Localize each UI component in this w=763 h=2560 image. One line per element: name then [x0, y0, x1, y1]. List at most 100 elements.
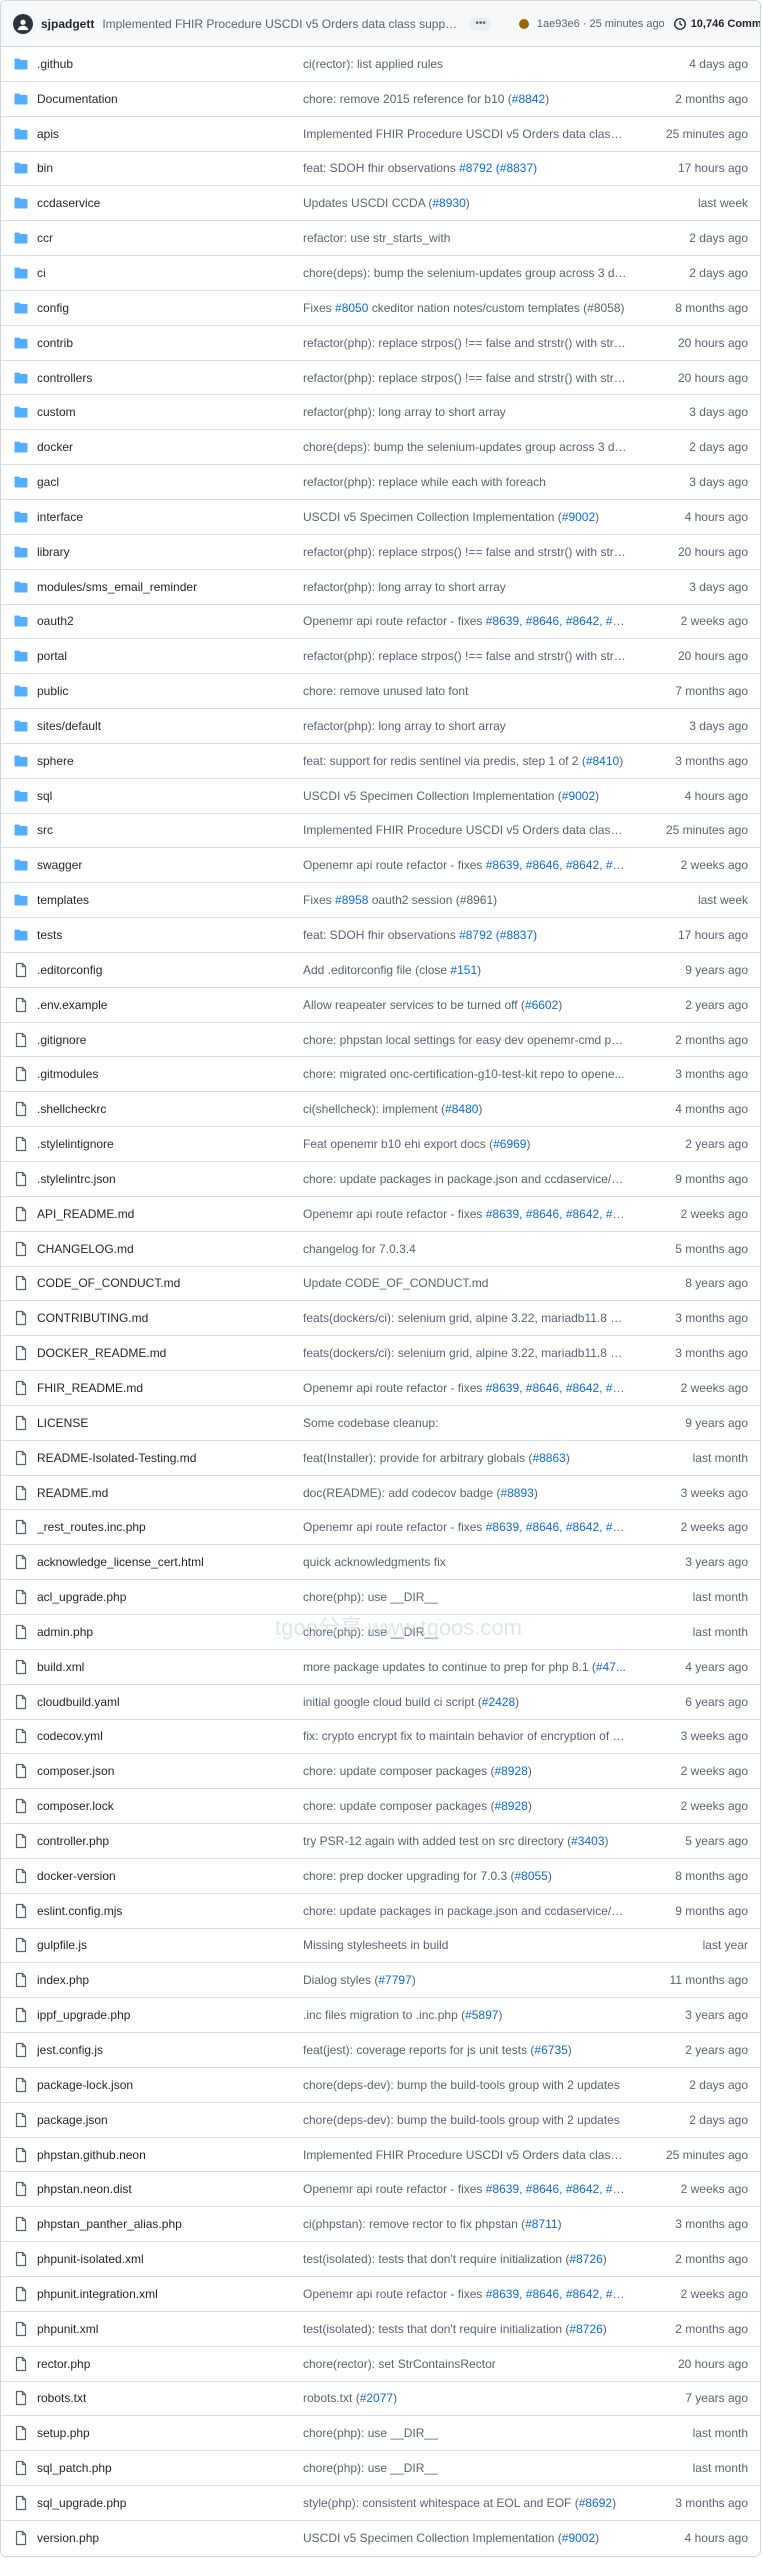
folder-link[interactable]: bin: [37, 161, 53, 175]
commit-date[interactable]: 2 months ago: [638, 2322, 748, 2336]
commit-message-link[interactable]: more package updates to continue to prep…: [303, 1660, 638, 1674]
table-row[interactable]: ccr refactor: use str_starts_with 2 days a…: [1, 221, 760, 257]
file-link[interactable]: robots.txt: [37, 2391, 86, 2405]
commit-date[interactable]: 2 weeks ago: [638, 1799, 748, 1813]
file-link[interactable]: sql_upgrade.php: [37, 2496, 126, 2510]
table-row[interactable]: jest.config.js feat(jest): coverage repor…: [1, 2033, 760, 2068]
commit-date[interactable]: 8 years ago: [638, 1276, 748, 1290]
table-row[interactable]: phpstan_panther_alias.php ci(phpstan): re…: [1, 2207, 760, 2243]
issue-link[interactable]: #2077: [360, 2391, 393, 2405]
file-link[interactable]: .stylelintrc.json: [37, 1172, 116, 1186]
issue-link[interactable]: #6969: [493, 1137, 526, 1151]
commit-date[interactable]: 2 days ago: [638, 266, 748, 280]
folder-link[interactable]: library: [37, 545, 70, 559]
table-row[interactable]: robots.txt robots.txt (#2077) 7 years ago: [1, 2382, 760, 2417]
file-link[interactable]: README-Isolated-Testing.md: [37, 1451, 196, 1465]
issue-link[interactable]: #8050: [335, 301, 368, 315]
issue-link[interactable]: #8639, #8646, #8642, #69...: [486, 1381, 636, 1395]
issue-link[interactable]: #9002: [562, 789, 595, 803]
commit-message-link[interactable]: chore(php): use __DIR__: [303, 2426, 638, 2440]
commit-date[interactable]: 3 days ago: [638, 475, 748, 489]
issue-link[interactable]: #8639, #8646, #8642, #69...: [486, 1207, 636, 1221]
issue-link[interactable]: #8639, #8646, #8642, #69...: [486, 2182, 636, 2196]
commit-message-link[interactable]: Openemr api route refactor - fixes #8639…: [303, 614, 638, 628]
commit-message-link[interactable]: robots.txt (#2077): [303, 2391, 638, 2405]
file-link[interactable]: setup.php: [37, 2426, 90, 2440]
commit-message-link[interactable]: USCDI v5 Specimen Collection Implementat…: [303, 510, 638, 524]
issue-link[interactable]: #47...: [596, 1660, 626, 1674]
commit-date[interactable]: 4 days ago: [638, 57, 748, 71]
expand-commit-button[interactable]: •••: [470, 16, 491, 31]
commit-message-link[interactable]: refactor: use str_starts_with: [303, 231, 638, 245]
table-row[interactable]: .shellcheckrc ci(shellcheck): implement (…: [1, 1092, 760, 1128]
commit-message-link[interactable]: Some codebase cleanup:: [303, 1416, 638, 1430]
folder-link[interactable]: docker: [37, 440, 73, 454]
commit-date[interactable]: 3 months ago: [638, 1311, 748, 1325]
commit-date[interactable]: last week: [638, 196, 748, 210]
folder-link[interactable]: src: [37, 823, 53, 837]
commit-date[interactable]: last month: [638, 1590, 748, 1604]
file-link[interactable]: index.php: [37, 1973, 89, 1987]
table-row[interactable]: ci chore(deps): bump the selenium-updates…: [1, 256, 760, 291]
commit-date[interactable]: 4 months ago: [638, 1102, 748, 1116]
issue-link[interactable]: #8055: [514, 1869, 547, 1883]
commit-date[interactable]: 4 hours ago: [638, 510, 748, 524]
commit-date[interactable]: 2 weeks ago: [638, 1764, 748, 1778]
issue-link[interactable]: #6602: [525, 998, 558, 1012]
commit-message-link[interactable]: Feat openemr b10 ehi export docs (#6969): [303, 1137, 638, 1151]
file-link[interactable]: FHIR_README.md: [37, 1381, 143, 1395]
commit-message-link[interactable]: changelog for 7.0.3.4: [303, 1242, 638, 1256]
commit-date[interactable]: 4 hours ago: [638, 2531, 748, 2545]
commit-message-link[interactable]: Openemr api route refactor - fixes #8639…: [303, 1520, 638, 1534]
folder-link[interactable]: tests: [37, 928, 62, 942]
commit-message-link[interactable]: refactor(php): long array to short array: [303, 405, 638, 419]
file-link[interactable]: composer.json: [37, 1764, 114, 1778]
commit-message-link[interactable]: USCDI v5 Specimen Collection Implementat…: [303, 789, 638, 803]
commit-date[interactable]: 2 years ago: [638, 2043, 748, 2057]
avatar[interactable]: [13, 13, 33, 34]
commit-message-link[interactable]: USCDI v5 Specimen Collection Implementat…: [303, 2531, 638, 2545]
table-row[interactable]: src Implemented FHIR Procedure USCDI v5 O…: [1, 814, 760, 849]
table-row[interactable]: templates Fixes #8958 oauth2 session (#89…: [1, 883, 760, 919]
table-row[interactable]: package.json chore(deps-dev): bump the bu…: [1, 2103, 760, 2138]
commit-message-link[interactable]: chore(deps-dev): bump the build-tools gr…: [303, 2078, 638, 2092]
table-row[interactable]: sphere feat: support for redis sentinel v…: [1, 744, 760, 779]
commit-message-link[interactable]: Openemr api route refactor - fixes #8639…: [303, 858, 638, 872]
commit-date[interactable]: 2 weeks ago: [638, 2287, 748, 2301]
table-row[interactable]: version.php USCDI v5 Specimen Collection …: [1, 2521, 760, 2556]
folder-link[interactable]: sql: [37, 789, 52, 803]
commit-message-link[interactable]: chore(php): use __DIR__: [303, 2461, 638, 2475]
commit-date[interactable]: last week: [638, 893, 748, 907]
commit-date[interactable]: 8 months ago: [638, 1869, 748, 1883]
commit-message-link[interactable]: style(php): consistent whitespace at EOL…: [303, 2496, 638, 2510]
table-row[interactable]: setup.php chore(php): use __DIR__ last mon…: [1, 2416, 760, 2452]
file-link[interactable]: package.json: [37, 2113, 108, 2127]
commit-date[interactable]: 17 hours ago: [638, 928, 748, 942]
commit-date[interactable]: 2 months ago: [638, 1033, 748, 1047]
commit-date[interactable]: 3 months ago: [638, 1346, 748, 1360]
table-row[interactable]: sql USCDI v5 Specimen Collection Implemen…: [1, 779, 760, 814]
issue-link[interactable]: #8930: [432, 196, 465, 210]
commit-date[interactable]: 20 hours ago: [638, 336, 748, 350]
issue-link[interactable]: #2428: [482, 1695, 515, 1709]
commit-message-link[interactable]: quick acknowledgments fix: [303, 1555, 638, 1569]
table-row[interactable]: codecov.yml fix: crypto encrypt fix to ma…: [1, 1720, 760, 1755]
table-row[interactable]: docker-version chore: prep docker upgradi…: [1, 1859, 760, 1894]
folder-link[interactable]: sites/default: [37, 719, 101, 733]
file-link[interactable]: package-lock.json: [37, 2078, 133, 2092]
folder-link[interactable]: oauth2: [37, 614, 74, 628]
table-row[interactable]: .stylelintignore Feat openemr b10 ehi exp…: [1, 1127, 760, 1162]
commit-date[interactable]: 7 years ago: [638, 2391, 748, 2405]
commit-date[interactable]: 3 months ago: [638, 2496, 748, 2510]
commit-date[interactable]: 7 months ago: [638, 684, 748, 698]
commit-date[interactable]: 20 hours ago: [638, 545, 748, 559]
folder-link[interactable]: contrib: [37, 336, 73, 350]
file-link[interactable]: eslint.config.mjs: [37, 1904, 122, 1918]
commit-date[interactable]: 2 days ago: [638, 2078, 748, 2092]
issue-link[interactable]: #8726: [569, 2322, 602, 2336]
commit-message-link[interactable]: Fixes #8050 ckeditor nation notes/custom…: [303, 301, 638, 315]
file-link[interactable]: phpstan_panther_alias.php: [37, 2217, 182, 2231]
table-row[interactable]: contrib refactor(php): replace strpos() !…: [1, 326, 760, 361]
file-link[interactable]: phpstan.neon.dist: [37, 2182, 132, 2196]
commit-date[interactable]: 25 minutes ago: [638, 823, 748, 837]
